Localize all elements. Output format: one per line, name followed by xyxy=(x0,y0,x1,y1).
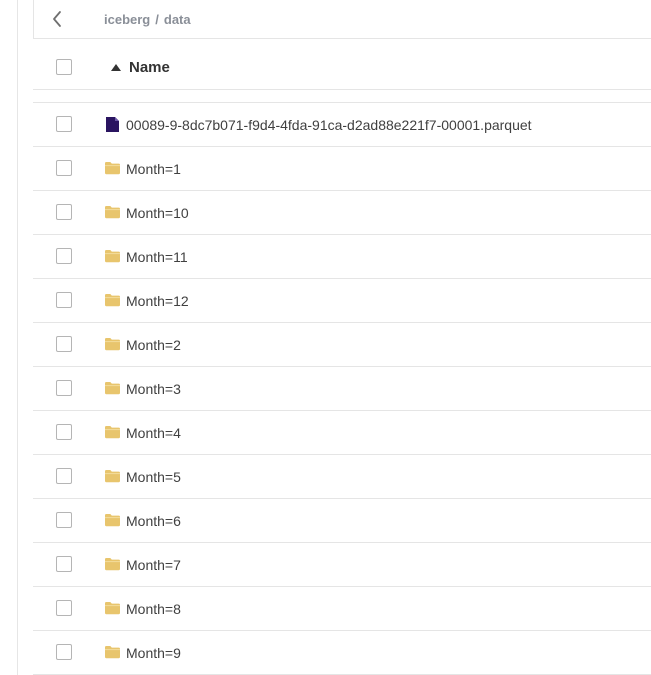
row-name[interactable]: Month=5 xyxy=(126,469,181,485)
caret-up-icon xyxy=(111,64,121,71)
folder-icon xyxy=(104,424,121,440)
table-row[interactable]: Month=1 xyxy=(33,147,651,191)
document-icon xyxy=(104,116,121,132)
row-checkbox[interactable] xyxy=(56,160,72,176)
table-row[interactable]: Month=5 xyxy=(33,455,651,499)
row-name[interactable]: Month=9 xyxy=(126,645,181,661)
row-checkbox[interactable] xyxy=(56,556,72,572)
table-row[interactable]: Month=9 xyxy=(33,631,651,675)
table-row[interactable]: Month=4 xyxy=(33,411,651,455)
row-name[interactable]: Month=2 xyxy=(126,337,181,353)
back-button[interactable] xyxy=(44,6,70,32)
breadcrumb-current[interactable]: data xyxy=(164,12,191,27)
folder-icon xyxy=(104,600,121,616)
table-row[interactable]: Month=8 xyxy=(33,587,651,631)
table-row[interactable]: Month=2 xyxy=(33,323,651,367)
row-name[interactable]: Month=7 xyxy=(126,557,181,573)
breadcrumb-root[interactable]: iceberg xyxy=(104,12,150,27)
left-divider xyxy=(17,0,18,675)
table-row[interactable]: Month=10 xyxy=(33,191,651,235)
folder-icon xyxy=(104,468,121,484)
row-name[interactable]: Month=4 xyxy=(126,425,181,441)
chevron-left-icon xyxy=(53,11,61,27)
breadcrumb-bar: iceberg / data xyxy=(33,0,651,39)
row-checkbox[interactable] xyxy=(56,600,72,616)
name-column-label: Name xyxy=(129,59,170,76)
row-checkbox[interactable] xyxy=(56,512,72,528)
breadcrumb-separator: / xyxy=(155,12,159,27)
row-checkbox[interactable] xyxy=(56,424,72,440)
row-name[interactable]: Month=6 xyxy=(126,513,181,529)
row-name[interactable]: Month=12 xyxy=(126,293,189,309)
row-checkbox[interactable] xyxy=(56,204,72,220)
row-checkbox[interactable] xyxy=(56,468,72,484)
row-name[interactable]: 00089-9-8dc7b071-f9d4-4fda-91ca-d2ad88e2… xyxy=(126,117,532,133)
table-row[interactable]: 00089-9-8dc7b071-f9d4-4fda-91ca-d2ad88e2… xyxy=(33,103,651,147)
row-name[interactable]: Month=10 xyxy=(126,205,189,221)
folder-icon xyxy=(104,512,121,528)
folder-icon xyxy=(104,556,121,572)
table-row[interactable]: Month=7 xyxy=(33,543,651,587)
table-row[interactable]: Month=11 xyxy=(33,235,651,279)
row-name[interactable]: Month=3 xyxy=(126,381,181,397)
folder-icon xyxy=(104,292,121,308)
row-checkbox[interactable] xyxy=(56,248,72,264)
table-header: Name xyxy=(33,40,651,90)
table-row[interactable]: Month=3 xyxy=(33,367,651,411)
row-name[interactable]: Month=1 xyxy=(126,161,181,177)
folder-icon xyxy=(104,204,121,220)
table-row[interactable]: Month=6 xyxy=(33,499,651,543)
row-checkbox[interactable] xyxy=(56,644,72,660)
table-row[interactable]: Month=12 xyxy=(33,279,651,323)
file-list: 00089-9-8dc7b071-f9d4-4fda-91ca-d2ad88e2… xyxy=(33,103,651,675)
row-checkbox[interactable] xyxy=(56,292,72,308)
breadcrumb: iceberg / data xyxy=(104,12,191,27)
folder-icon xyxy=(104,644,121,660)
row-checkbox[interactable] xyxy=(56,336,72,352)
select-all-checkbox[interactable] xyxy=(56,59,72,75)
name-column-header[interactable]: Name xyxy=(111,59,170,76)
file-browser-panel: iceberg / data Name 00089-9-8dc7b071-f9d4-… xyxy=(33,0,651,675)
folder-icon xyxy=(104,248,121,264)
folder-icon xyxy=(104,336,121,352)
row-checkbox[interactable] xyxy=(56,116,72,132)
row-checkbox[interactable] xyxy=(56,380,72,396)
row-name[interactable]: Month=8 xyxy=(126,601,181,617)
folder-icon xyxy=(104,380,121,396)
row-name[interactable]: Month=11 xyxy=(126,249,188,265)
folder-icon xyxy=(104,160,121,176)
